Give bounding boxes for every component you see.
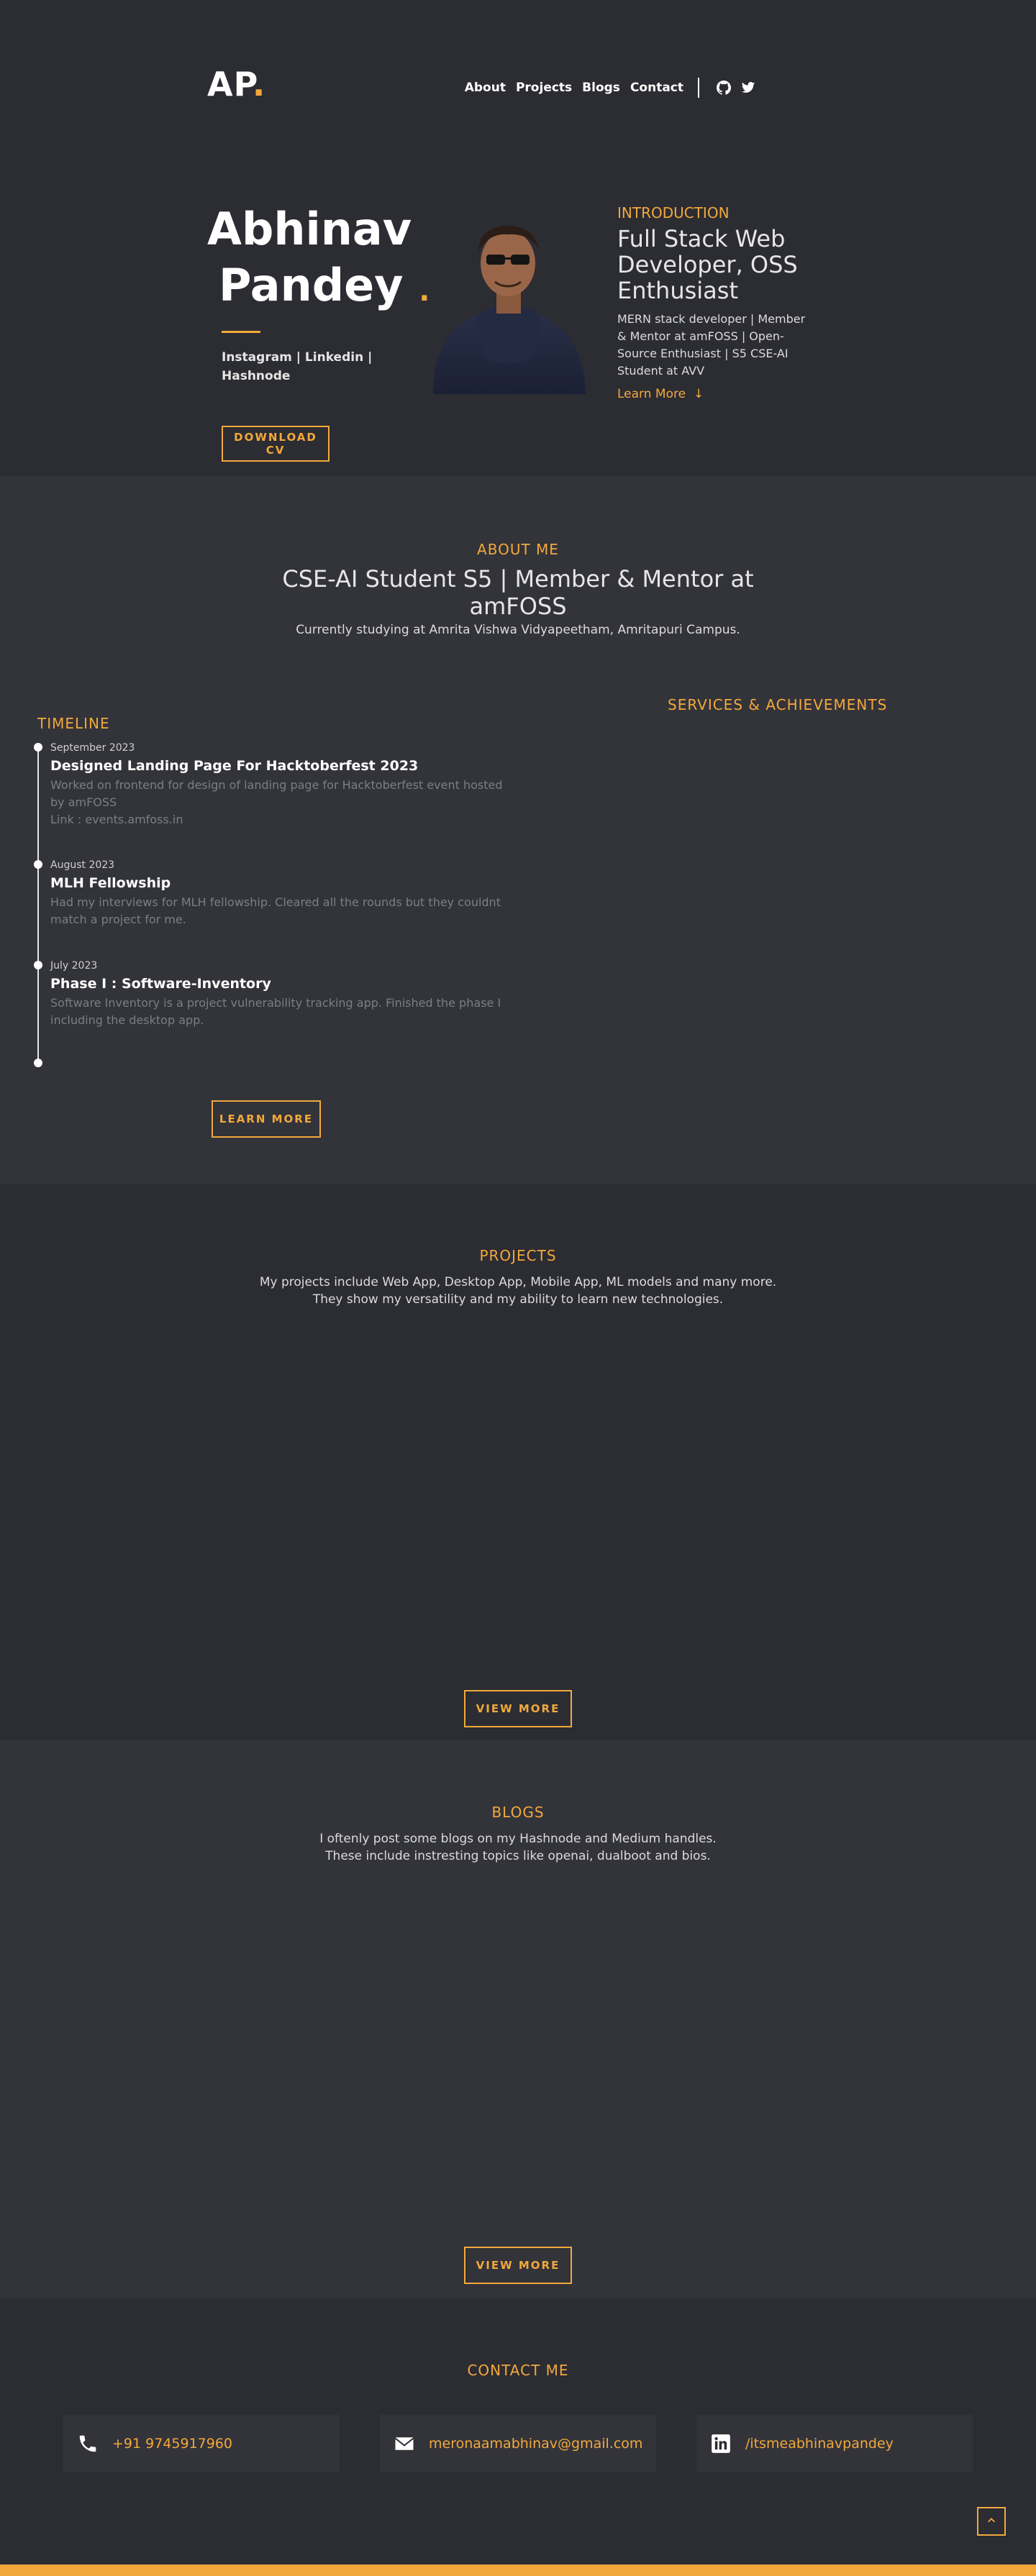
nav-contact[interactable]: Contact — [630, 81, 683, 95]
envelope-icon — [393, 2432, 416, 2455]
learn-more-button[interactable]: LEARN MORE — [212, 1100, 321, 1138]
main-nav: About Projects Blogs Contact — [465, 78, 755, 98]
projects-description-line1: My projects include Web App, Desktop App… — [259, 1275, 777, 1289]
timeline-title: MLH Fellowship — [50, 875, 171, 891]
twitter-icon[interactable] — [741, 81, 755, 95]
timeline-item: August 2023 MLH Fellowship Had my interv… — [50, 859, 511, 928]
nav-projects[interactable]: Projects — [516, 81, 572, 95]
timeline-item: July 2023 Phase I : Software-Inventory S… — [50, 960, 511, 1029]
nav-about[interactable]: About — [465, 81, 506, 95]
phone-text: +91 9745917960 — [112, 2436, 233, 2452]
footer-accent-bar — [0, 2564, 1036, 2576]
blogs-label: BLOGS — [491, 1804, 545, 1821]
name-underline — [222, 331, 260, 333]
arrow-down-icon: ↓ — [693, 387, 704, 401]
phone-icon — [76, 2432, 99, 2455]
about-subtitle: Currently studying at Amrita Vishwa Vidy… — [296, 623, 740, 637]
nav-divider — [698, 78, 699, 98]
timeline-dot — [34, 1059, 42, 1067]
contact-card-email[interactable]: meronaamabhinav@gmail.com — [380, 2415, 656, 2472]
projects-view-more-button[interactable]: VIEW MORE — [464, 1690, 572, 1727]
chevron-up-icon — [986, 2515, 996, 2529]
services-label: SERVICES & ACHIEVEMENTS — [668, 696, 888, 713]
logo[interactable]: AP. — [207, 65, 265, 104]
timeline-date: July 2023 — [50, 960, 98, 972]
hero-name: Abhinav Pandey . — [207, 203, 430, 311]
timeline-label: TIMELINE — [37, 715, 110, 732]
hero-section: AP. About Projects Blogs Contact Abhinav… — [0, 0, 1036, 476]
intro-description: MERN stack developer | Member & Mentor a… — [617, 312, 806, 378]
blogs-view-more-button[interactable]: VIEW MORE — [464, 2247, 572, 2284]
timeline-description: Had my interviews for MLH fellowship. Cl… — [50, 895, 501, 926]
intro-label: INTRODUCTION — [617, 204, 730, 221]
about-label: ABOUT ME — [477, 541, 559, 558]
timeline-date: September 2023 — [50, 742, 135, 754]
timeline-dot — [34, 961, 42, 969]
linkedin-icon — [709, 2432, 732, 2455]
timeline-title: Phase I : Software-Inventory — [50, 976, 271, 992]
contact-card-phone[interactable]: +91 9745917960 — [63, 2415, 340, 2472]
timeline-dot — [34, 743, 42, 752]
contact-label: CONTACT ME — [467, 2362, 569, 2379]
contact-section: CONTACT ME +91 9745917960 meronaamabhina… — [0, 2298, 1036, 2564]
timeline-date: August 2023 — [50, 859, 115, 871]
github-icon[interactable] — [717, 81, 732, 95]
contact-card-linkedin[interactable]: /itsmeabhinavpandey — [696, 2415, 973, 2472]
email-text: meronaamabhinav@gmail.com — [429, 2436, 643, 2452]
blogs-section: BLOGS I oftenly post some blogs on my Ha… — [0, 1740, 1036, 2298]
about-title: CSE-AI Student S5 | Member & Mentor at a… — [282, 565, 754, 620]
blogs-description-line1: I oftenly post some blogs on my Hashnode… — [319, 1832, 717, 1846]
intro-title: Full Stack Web Developer, OSS Enthusiast — [617, 225, 798, 304]
nav-blogs[interactable]: Blogs — [582, 81, 620, 95]
timeline-dot — [34, 860, 42, 869]
download-cv-button[interactable]: DOWNLOAD CV — [222, 426, 330, 462]
timeline-description: Worked on frontend for design of landing… — [50, 778, 503, 809]
projects-description-line2: They show my versatility and my ability … — [312, 1292, 724, 1307]
linkedin-text: /itsmeabhinavpandey — [745, 2436, 894, 2452]
blogs-description-line2: These include instresting topics like op… — [325, 1849, 711, 1863]
timeline-title: Designed Landing Page For Hacktoberfest … — [50, 758, 419, 774]
social-links[interactable]: Instagram | Linkedin | Hashnode — [222, 348, 401, 385]
timeline-item: September 2023 Designed Landing Page For… — [50, 742, 511, 828]
about-section: ABOUT ME CSE-AI Student S5 | Member & Me… — [0, 476, 1036, 1184]
scroll-to-top-button[interactable] — [977, 2507, 1006, 2536]
profile-photo — [426, 213, 590, 394]
timeline-description: Software Inventory is a project vulnerab… — [50, 996, 501, 1027]
projects-section: PROJECTS My projects include Web App, De… — [0, 1184, 1036, 1740]
timeline-line — [37, 746, 39, 1063]
projects-label: PROJECTS — [479, 1247, 557, 1264]
timeline-link[interactable]: Link : events.amfoss.in — [50, 811, 511, 828]
learn-more-link[interactable]: Learn More ↓ — [617, 387, 704, 401]
